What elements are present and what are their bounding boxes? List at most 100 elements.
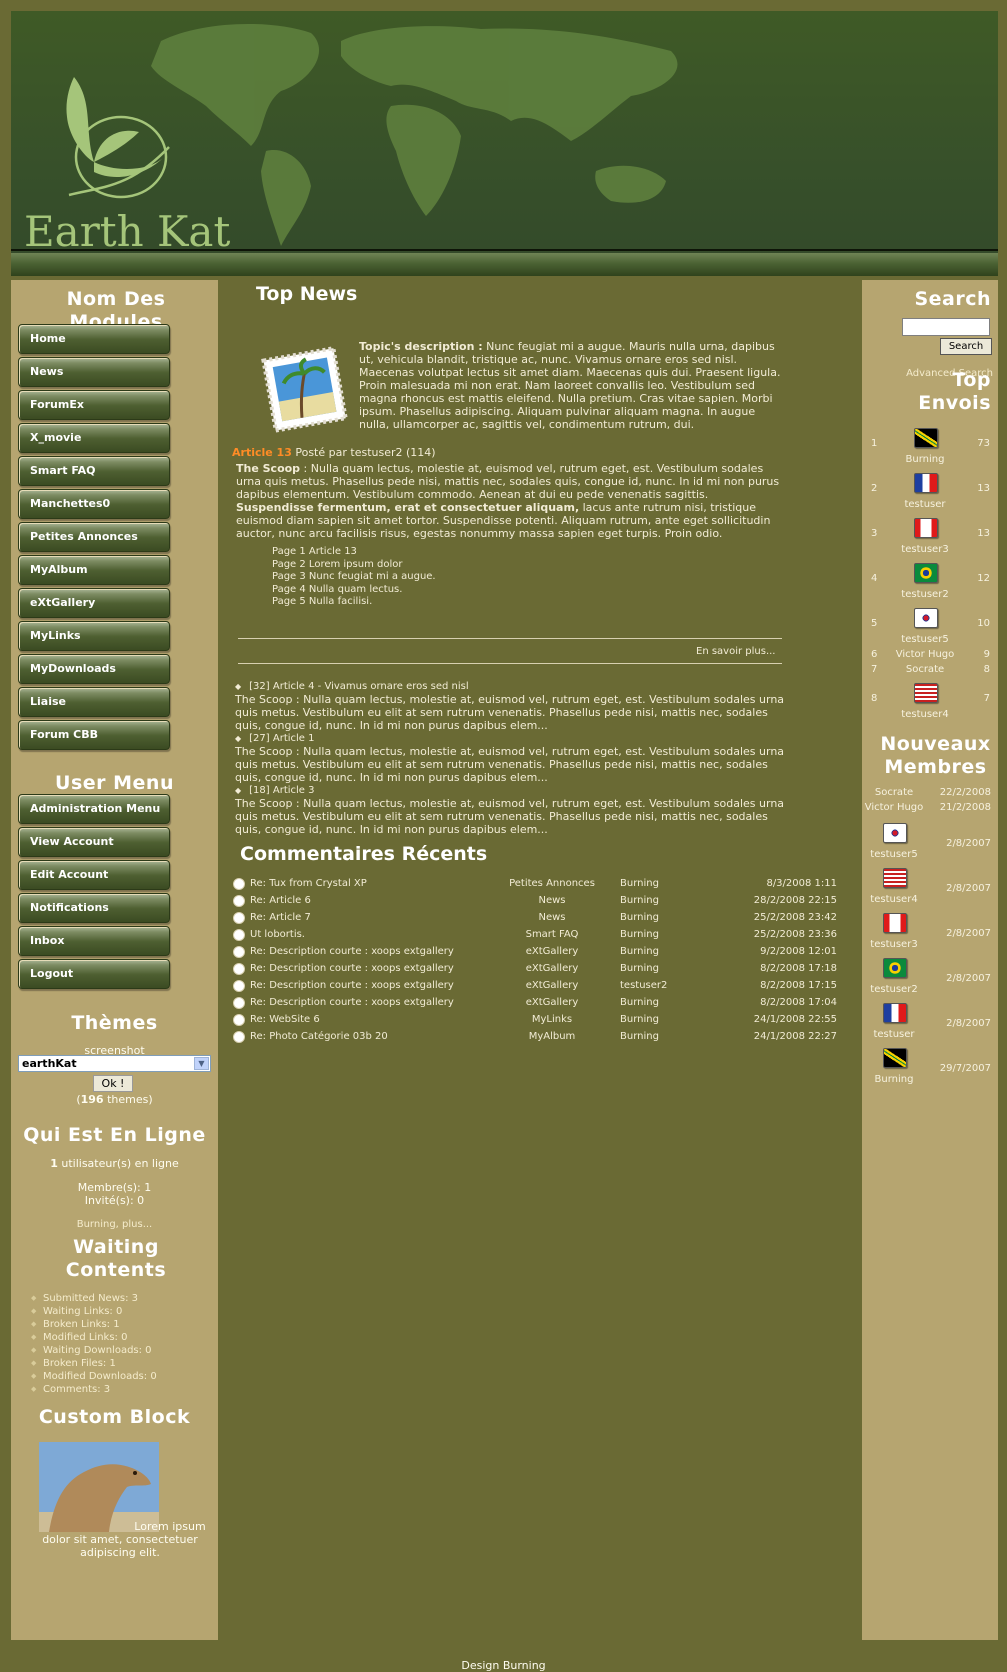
- comment-icon: [233, 1031, 245, 1043]
- comment-date: 8/3/2008 1:11: [766, 878, 837, 889]
- comment-module[interactable]: eXtGallery: [482, 980, 622, 991]
- waiting-item[interactable]: Broken Links: 1: [31, 1318, 157, 1331]
- new-member-user[interactable]: testuser5: [862, 849, 926, 860]
- other-article-title-text[interactable]: [32] Article 4 - Vivamus ornare eros sed…: [249, 681, 469, 692]
- comment-title-link[interactable]: Re: WebSite 6: [250, 1014, 320, 1025]
- comment-title-link[interactable]: Re: Description courte : xoops extgaller…: [250, 997, 454, 1008]
- comment-user[interactable]: Burning: [620, 878, 659, 889]
- new-member-user[interactable]: testuser: [862, 1029, 926, 1040]
- menu-button-mylinks[interactable]: MyLinks: [18, 621, 170, 651]
- comment-user[interactable]: testuser2: [620, 980, 667, 991]
- article-page-link[interactable]: Page 3 Nunc feugiat mi a augue.: [272, 571, 436, 584]
- new-member-user[interactable]: Burning: [862, 1074, 926, 1085]
- comment-user[interactable]: Burning: [620, 929, 659, 940]
- comment-date: 8/2/2008 17:18: [760, 963, 837, 974]
- comment-row: Re: WebSite 6 MyLinks Burning 24/1/2008 22:…: [232, 1012, 837, 1029]
- article-title-link[interactable]: Article 13: [232, 446, 292, 459]
- other-article-title[interactable]: ◆ [32] Article 4 - Vivamus ornare eros se…: [235, 681, 790, 693]
- waiting-item[interactable]: Modified Links: 0: [31, 1331, 157, 1344]
- menu-button-extgallery[interactable]: eXtGallery: [18, 588, 170, 618]
- menu-button-forumex[interactable]: ForumEx: [18, 390, 170, 420]
- menu-button-myalbum[interactable]: MyAlbum: [18, 555, 170, 585]
- flag-jamaica-icon: [914, 428, 938, 448]
- menu-button-mydownloads[interactable]: MyDownloads: [18, 654, 170, 684]
- comment-user[interactable]: Burning: [620, 1031, 659, 1042]
- waiting-item[interactable]: Submitted News: 3: [31, 1292, 157, 1305]
- menu-button-forum-cbb[interactable]: Forum CBB: [18, 720, 170, 750]
- themes-select[interactable]: earthKat ▼: [18, 1055, 211, 1072]
- comment-icon: [233, 997, 245, 1009]
- online-names[interactable]: Burning, plus...: [11, 1219, 218, 1230]
- top-user[interactable]: testuser5: [890, 634, 960, 645]
- waiting-item[interactable]: Modified Downloads: 0: [31, 1370, 157, 1383]
- menu-button-smart-faq[interactable]: Smart FAQ: [18, 456, 170, 486]
- user-menu-edit-account[interactable]: Edit Account: [18, 860, 170, 890]
- user-menu-inbox[interactable]: Inbox: [18, 926, 170, 956]
- menu-button-liaise[interactable]: Liaise: [18, 687, 170, 717]
- waiting-list: Submitted News: 3Waiting Links: 0Broken …: [31, 1292, 157, 1396]
- new-member-user[interactable]: Socrate: [862, 787, 926, 798]
- top-user[interactable]: testuser: [890, 499, 960, 510]
- waiting-item[interactable]: Broken Files: 1: [31, 1357, 157, 1370]
- custom-block-title: Custom Block: [38, 1406, 191, 1428]
- menu-button-home[interactable]: Home: [18, 324, 170, 354]
- article-page-link[interactable]: Page 1 Article 13: [272, 546, 436, 559]
- top-user[interactable]: testuser2: [890, 589, 960, 600]
- comment-module[interactable]: eXtGallery: [482, 946, 622, 957]
- comment-title-link[interactable]: Re: Description courte : xoops extgaller…: [250, 963, 454, 974]
- comment-module[interactable]: News: [482, 912, 622, 923]
- top-user[interactable]: Socrate: [890, 664, 960, 675]
- other-article-title-text[interactable]: [18] Article 3: [249, 785, 314, 796]
- new-member-user[interactable]: Victor Hugo: [862, 802, 926, 813]
- new-member-user[interactable]: testuser2: [862, 984, 926, 995]
- top-user[interactable]: Burning: [890, 454, 960, 465]
- top-user[interactable]: testuser3: [890, 544, 960, 555]
- comment-user[interactable]: Burning: [620, 997, 659, 1008]
- menu-button-x-movie[interactable]: X_movie: [18, 423, 170, 453]
- comment-title-link[interactable]: Re: Article 6: [250, 895, 311, 906]
- waiting-item[interactable]: Comments: 3: [31, 1383, 157, 1396]
- comment-title-link[interactable]: Re: Photo Catégorie 03b 20: [250, 1031, 388, 1042]
- other-article-title[interactable]: ◆ [27] Article 1: [235, 733, 790, 745]
- menu-button-news[interactable]: News: [18, 357, 170, 387]
- themes-ok-button[interactable]: Ok !: [93, 1075, 133, 1092]
- other-article-title-text[interactable]: [27] Article 1: [249, 733, 314, 744]
- comment-title-link[interactable]: Ut lobortis.: [250, 929, 305, 940]
- comment-module[interactable]: MyLinks: [482, 1014, 622, 1025]
- user-menu-view-account[interactable]: View Account: [18, 827, 170, 857]
- comment-module[interactable]: Smart FAQ: [482, 929, 622, 940]
- top-user[interactable]: testuser4: [890, 709, 960, 720]
- waiting-item[interactable]: Waiting Downloads: 0: [31, 1344, 157, 1357]
- comment-user[interactable]: Burning: [620, 912, 659, 923]
- comment-module[interactable]: News: [482, 895, 622, 906]
- chevron-down-icon[interactable]: ▼: [194, 1057, 209, 1070]
- article-page-link[interactable]: Page 2 Lorem ipsum dolor: [272, 559, 436, 572]
- article-page-link[interactable]: Page 5 Nulla facilisi.: [272, 596, 436, 609]
- user-menu-logout[interactable]: Logout: [18, 959, 170, 989]
- other-article-title[interactable]: ◆ [18] Article 3: [235, 785, 790, 797]
- user-menu-administration-menu[interactable]: Administration Menu: [18, 794, 170, 824]
- comment-title-link[interactable]: Re: Article 7: [250, 912, 311, 923]
- comment-title-link[interactable]: Re: Description courte : xoops extgaller…: [250, 946, 454, 957]
- comment-user[interactable]: Burning: [620, 1014, 659, 1025]
- article-page-link[interactable]: Page 4 Nulla quam lectus.: [272, 584, 436, 597]
- waiting-item[interactable]: Waiting Links: 0: [31, 1305, 157, 1318]
- menu-button-petites-annonces[interactable]: Petites Annonces: [18, 522, 170, 552]
- comment-title-link[interactable]: Re: Description courte : xoops extgaller…: [250, 980, 454, 991]
- comment-module[interactable]: eXtGallery: [482, 997, 622, 1008]
- top-user[interactable]: Victor Hugo: [890, 649, 960, 660]
- comment-title-link[interactable]: Re: Tux from Crystal XP: [250, 878, 367, 889]
- search-button[interactable]: Search: [940, 338, 992, 355]
- user-menu-notifications[interactable]: Notifications: [18, 893, 170, 923]
- comment-module[interactable]: Petites Annonces: [482, 878, 622, 889]
- comment-module[interactable]: MyAlbum: [482, 1031, 622, 1042]
- search-input[interactable]: [902, 318, 990, 336]
- menu-button-manchettes0[interactable]: Manchettes0: [18, 489, 170, 519]
- comment-module[interactable]: eXtGallery: [482, 963, 622, 974]
- comment-user[interactable]: Burning: [620, 895, 659, 906]
- new-member-user[interactable]: testuser3: [862, 939, 926, 950]
- read-more-link[interactable]: En savoir plus...: [696, 646, 776, 657]
- comment-user[interactable]: Burning: [620, 946, 659, 957]
- new-member-user[interactable]: testuser4: [862, 894, 926, 905]
- comment-user[interactable]: Burning: [620, 963, 659, 974]
